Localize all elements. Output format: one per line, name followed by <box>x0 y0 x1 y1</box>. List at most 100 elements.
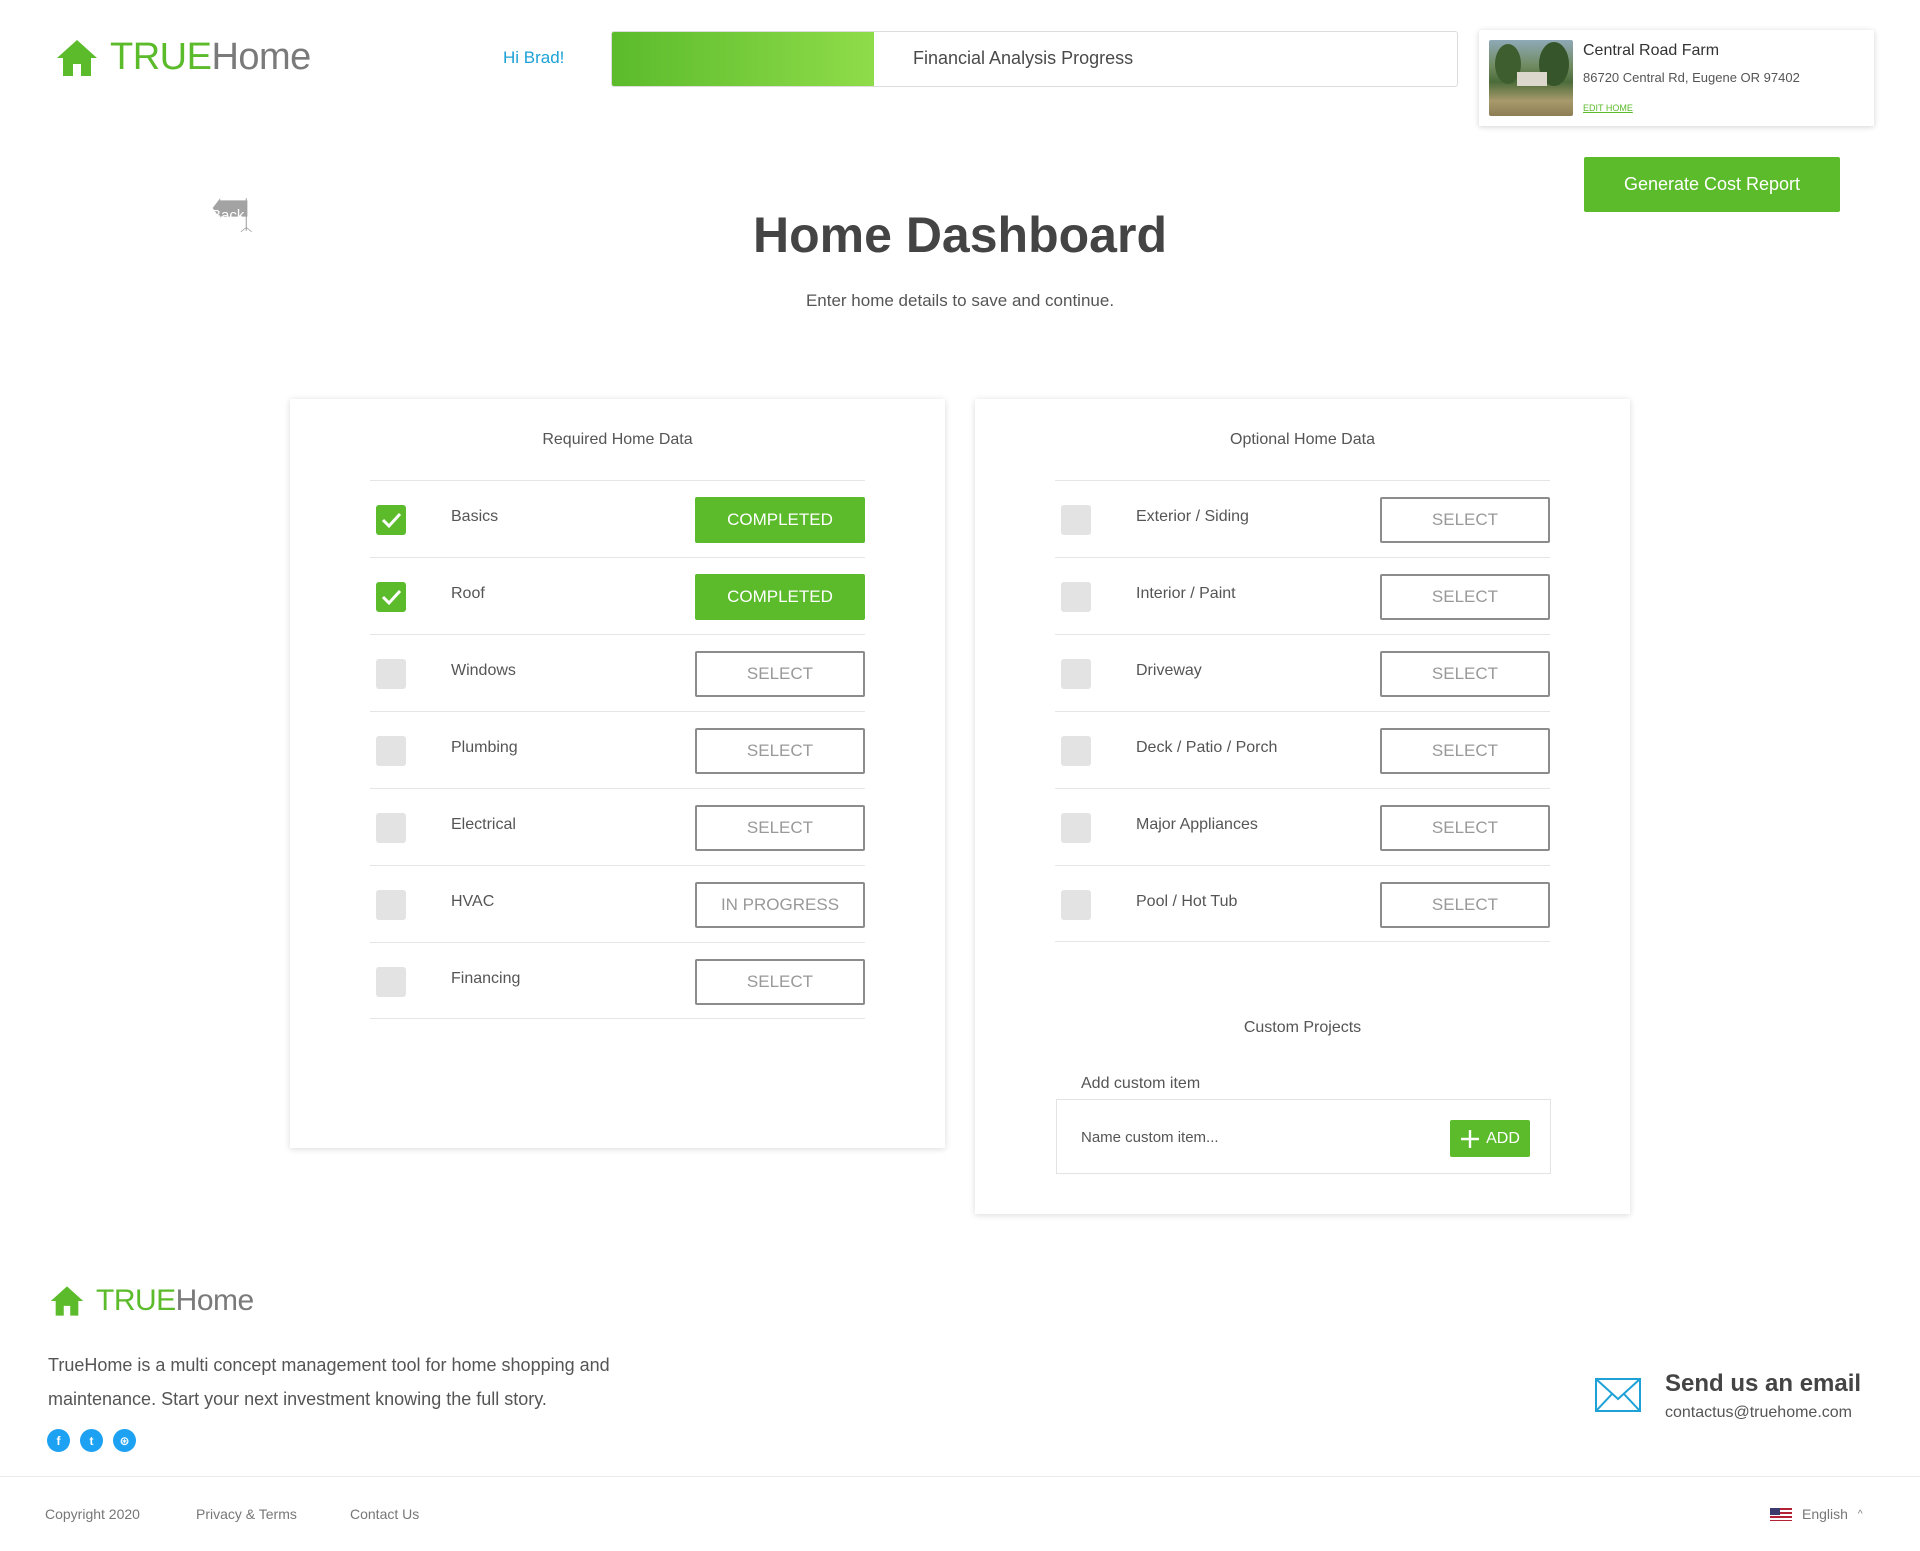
checklist-row-interior-paint: Interior / Paint SELECT <box>1055 557 1550 634</box>
checklist-row-hvac: HVAC IN PROGRESS <box>370 865 865 942</box>
email-heading: Send us an email <box>1665 1370 1862 1397</box>
plumbing-status-button[interactable]: SELECT <box>695 728 865 774</box>
email-link[interactable]: contactus@truehome.com <box>1665 1404 1852 1422</box>
row-label: Major Appliances <box>1136 816 1258 833</box>
checklist-row-windows: Windows SELECT <box>370 634 865 711</box>
row-label: Exterior / Siding <box>1136 508 1249 525</box>
copyright-text: Copyright 2020 <box>45 1506 140 1522</box>
interior-paint-status-button[interactable]: SELECT <box>1380 574 1550 620</box>
row-label: Interior / Paint <box>1136 585 1236 602</box>
exterior-siding-status-button[interactable]: SELECT <box>1380 497 1550 543</box>
checklist-row-electrical: Electrical SELECT <box>370 788 865 865</box>
custom-projects-heading: Custom Projects <box>1243 1019 1362 1036</box>
row-label: HVAC <box>451 893 495 910</box>
language-selector[interactable]: English ^ <box>1770 1506 1863 1522</box>
checkbox-interior-paint[interactable] <box>1061 582 1091 612</box>
twitter-icon[interactable]: t <box>80 1429 103 1452</box>
windows-status-button[interactable]: SELECT <box>695 651 865 697</box>
checkbox-hvac[interactable] <box>376 890 406 920</box>
language-label: English <box>1802 1506 1848 1522</box>
roof-status-button[interactable]: COMPLETED <box>695 574 865 620</box>
optional-heading: Optional Home Data <box>1230 431 1375 448</box>
brand-wordmark: TRUEHome <box>96 1284 254 1317</box>
row-label: Basics <box>451 508 499 525</box>
page-subtitle: Enter home details to save and continue. <box>805 291 1115 310</box>
checkbox-electrical[interactable] <box>376 813 406 843</box>
deck-patio-porch-status-button[interactable]: SELECT <box>1380 728 1550 774</box>
required-heading: Required Home Data <box>542 431 693 448</box>
hvac-status-button[interactable]: IN PROGRESS <box>695 882 865 928</box>
checklist-row-driveway: Driveway SELECT <box>1055 634 1550 711</box>
progress-fill <box>612 32 874 86</box>
page-title: Home Dashboard <box>753 207 1167 263</box>
checkbox-deck-patio-porch[interactable] <box>1061 736 1091 766</box>
checklist-row-exterior-siding: Exterior / Siding SELECT <box>1055 480 1550 557</box>
custom-item-box: ADD <box>1056 1099 1551 1174</box>
checkbox-basics[interactable] <box>376 505 406 535</box>
electrical-status-button[interactable]: SELECT <box>695 805 865 851</box>
home-icon <box>50 1285 84 1317</box>
checkmark-icon <box>381 512 402 529</box>
optional-data-panel: Optional Home Data Exterior / Siding SELE… <box>975 399 1630 1214</box>
basics-status-button[interactable]: COMPLETED <box>695 497 865 543</box>
brand-logo[interactable]: TRUEHome <box>56 36 311 79</box>
row-label: Roof <box>451 585 485 602</box>
row-label: Pool / Hot Tub <box>1136 893 1238 910</box>
checkbox-exterior-siding[interactable] <box>1061 505 1091 535</box>
home-card: Central Road Farm 86720 Central Rd, Euge… <box>1479 30 1874 126</box>
facebook-icon[interactable]: f <box>47 1429 70 1452</box>
major-appliances-status-button[interactable]: SELECT <box>1380 805 1550 851</box>
home-thumbnail <box>1489 40 1573 116</box>
financing-status-button[interactable]: SELECT <box>695 959 865 1005</box>
checklist-row-pool-hot-tub: Pool / Hot Tub SELECT <box>1055 865 1550 942</box>
checklist-row-major-appliances: Major Appliances SELECT <box>1055 788 1550 865</box>
progress-label: Financial Analysis Progress <box>913 48 1134 68</box>
brand-wordmark: TRUEHome <box>110 36 311 78</box>
checklist-row-financing: Financing SELECT <box>370 942 865 1019</box>
required-list: Basics COMPLETED Roof COMPLETED Windows SELEC… <box>370 480 865 1019</box>
checklist-row-roof: Roof COMPLETED <box>370 557 865 634</box>
pool-hot-tub-status-button[interactable]: SELECT <box>1380 882 1550 928</box>
checkbox-major-appliances[interactable] <box>1061 813 1091 843</box>
row-label: Financing <box>451 970 521 987</box>
checkbox-windows[interactable] <box>376 659 406 689</box>
checkbox-driveway[interactable] <box>1061 659 1091 689</box>
checklist-row-plumbing: Plumbing SELECT <box>370 711 865 788</box>
footer-description: TrueHome is a multi concept management t… <box>48 1355 610 1409</box>
custom-item-label: Add custom item <box>1081 1075 1201 1092</box>
checkmark-icon <box>381 589 402 606</box>
privacy-terms-link[interactable]: Privacy & Terms <box>196 1506 297 1522</box>
contact-us-link[interactable]: Contact Us <box>350 1506 419 1522</box>
driveway-status-button[interactable]: SELECT <box>1380 651 1550 697</box>
checkbox-financing[interactable] <box>376 967 406 997</box>
checkbox-pool-hot-tub[interactable] <box>1061 890 1091 920</box>
row-label: Plumbing <box>451 739 518 756</box>
row-label: Deck / Patio / Porch <box>1136 739 1278 756</box>
checklist-row-deck-patio-porch: Deck / Patio / Porch SELECT <box>1055 711 1550 788</box>
us-flag-icon <box>1770 1507 1792 1521</box>
checkbox-plumbing[interactable] <box>376 736 406 766</box>
checklist-row-basics: Basics COMPLETED <box>370 480 865 557</box>
home-name: Central Road Farm <box>1583 42 1720 59</box>
edit-home-link[interactable]: EDIT HOME <box>1583 103 1633 113</box>
chevron-up-icon: ^ <box>1857 1508 1863 1520</box>
financial-progress-bar: Financial Analysis Progress <box>611 31 1458 87</box>
plus-icon <box>1461 1129 1480 1148</box>
dribbble-icon[interactable]: ⊛ <box>113 1429 136 1452</box>
checkbox-roof[interactable] <box>376 582 406 612</box>
home-icon <box>56 39 98 77</box>
home-address: 86720 Central Rd, Eugene OR 97402 <box>1583 70 1800 85</box>
optional-list: Exterior / Siding SELECT Interior / Paint S… <box>1055 480 1550 942</box>
row-label: Driveway <box>1136 662 1202 679</box>
user-greeting: Hi Brad! <box>503 48 565 67</box>
generate-cost-report-button[interactable]: Generate Cost Report <box>1584 157 1840 212</box>
footer-logo[interactable]: TRUEHome <box>50 1284 254 1318</box>
social-links: f t ⊛ <box>47 1429 136 1452</box>
row-label: Windows <box>451 662 516 679</box>
envelope-icon <box>1595 1378 1641 1412</box>
required-data-panel: Required Home Data Basics COMPLETED Roof CO… <box>290 399 945 1148</box>
row-label: Electrical <box>451 816 516 833</box>
add-button-label: ADD <box>1486 1129 1520 1147</box>
add-custom-item-button[interactable]: ADD <box>1450 1120 1530 1157</box>
custom-item-input[interactable] <box>1081 1124 1441 1150</box>
